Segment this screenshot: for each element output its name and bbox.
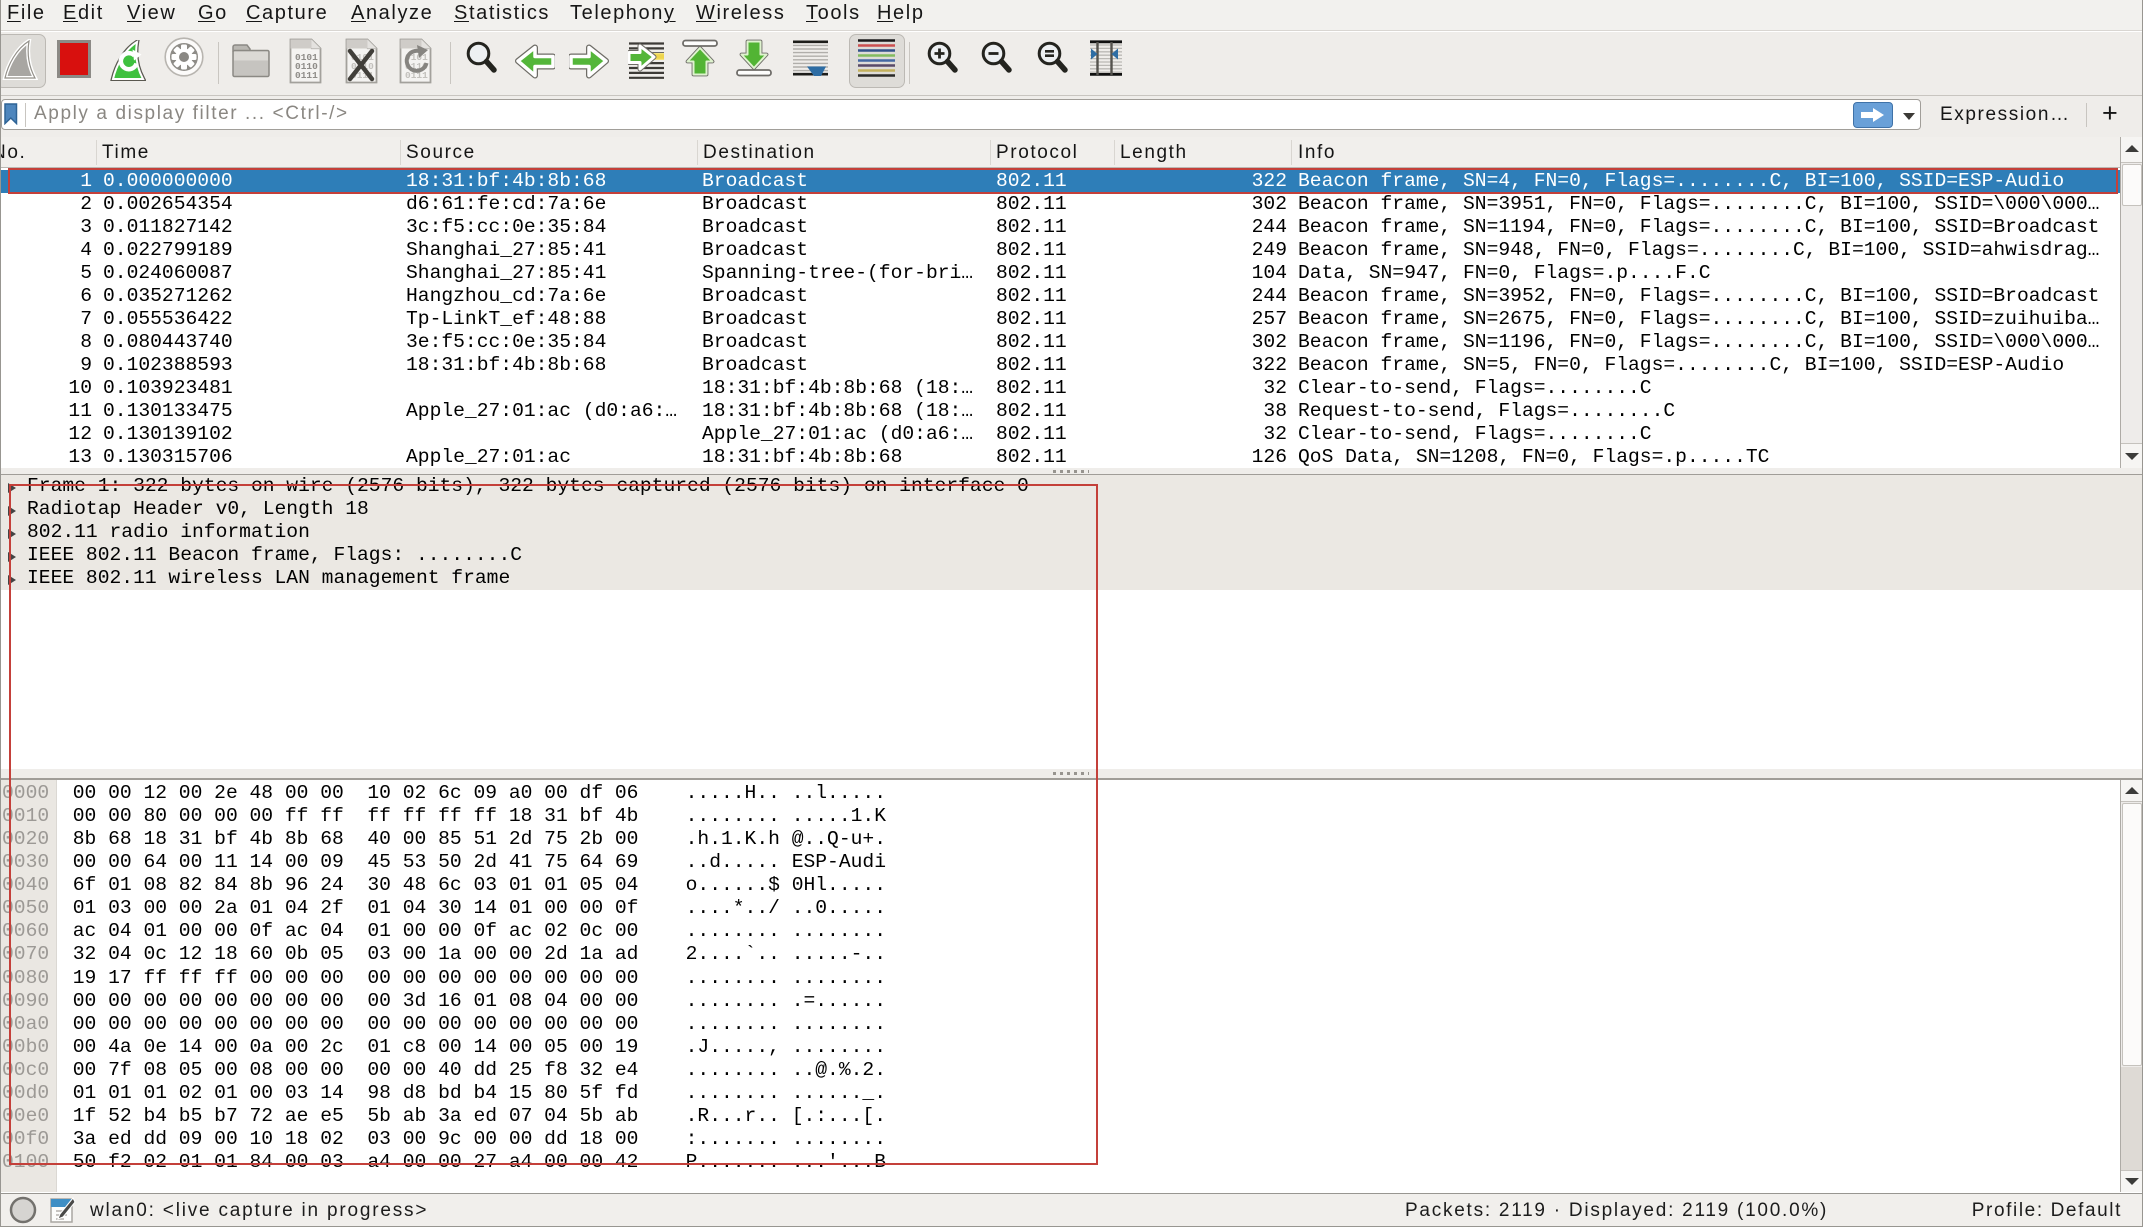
svg-text:0111: 0111 bbox=[295, 70, 318, 81]
